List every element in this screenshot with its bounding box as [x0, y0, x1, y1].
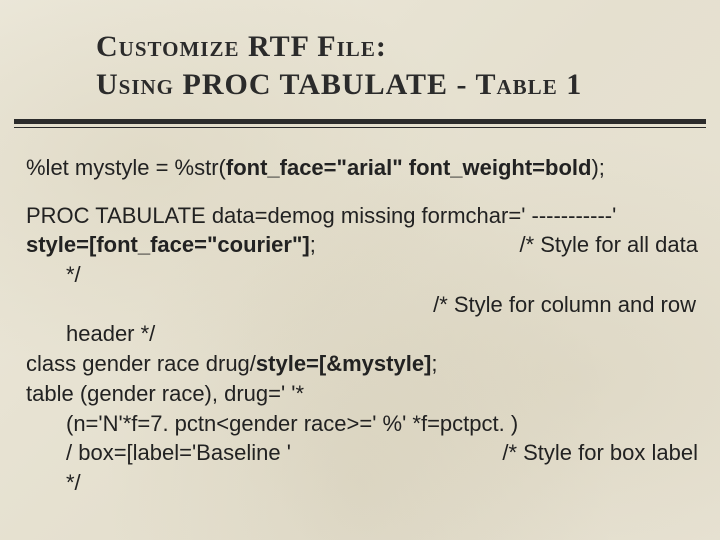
code-text: ;	[431, 351, 437, 376]
code-text: class gender race drug/	[26, 351, 256, 376]
code-comment: /* Style for all data	[519, 230, 698, 260]
code-line-8: table (gender race), drug=' '*	[26, 379, 698, 409]
code-line-7: class gender race drug/style=[&mystyle];	[26, 349, 698, 379]
code-line-11: */	[66, 468, 698, 498]
code-line-5: /* Style for column and row	[26, 290, 698, 320]
title-underline	[0, 117, 720, 135]
code-left: style=[font_face="courier"];	[26, 230, 316, 260]
code-block-2: PROC TABULATE data=demog missing formcha…	[26, 201, 698, 498]
code-line-9: (n='N'*f=7. pctn<gender race>=' %' *f=pc…	[66, 409, 698, 439]
code-left: / box=[label='Baseline '	[66, 438, 291, 468]
code-line-6: header */	[66, 319, 698, 349]
code-line-10: / box=[label='Baseline ' /* Style for bo…	[66, 438, 698, 468]
slide-title-block: Customize RTF File: Using PROC TABULATE …	[0, 0, 720, 111]
slide-body: %let mystyle = %str(font_face="arial" fo…	[0, 135, 720, 498]
code-text: %let mystyle = %str(	[26, 155, 226, 180]
code-line-3: style=[font_face="courier"]; /* Style fo…	[26, 230, 698, 260]
thin-rule	[14, 127, 706, 128]
code-bold: font_face="arial" font_weight=bold	[226, 155, 592, 180]
code-bold: style=[&mystyle]	[256, 351, 431, 376]
thick-rule	[14, 119, 706, 124]
title-line-1: Customize RTF File:	[96, 28, 660, 66]
code-text: );	[591, 155, 604, 180]
code-line-4: */	[66, 260, 698, 290]
title-line-2: Using PROC TABULATE - Table 1	[96, 66, 660, 104]
code-line-2: PROC TABULATE data=demog missing formcha…	[26, 201, 698, 231]
code-line-1: %let mystyle = %str(font_face="arial" fo…	[26, 153, 698, 183]
code-comment: /* Style for box label	[502, 438, 698, 468]
code-bold: style=[font_face="courier"]	[26, 232, 310, 257]
code-text: ;	[310, 232, 316, 257]
